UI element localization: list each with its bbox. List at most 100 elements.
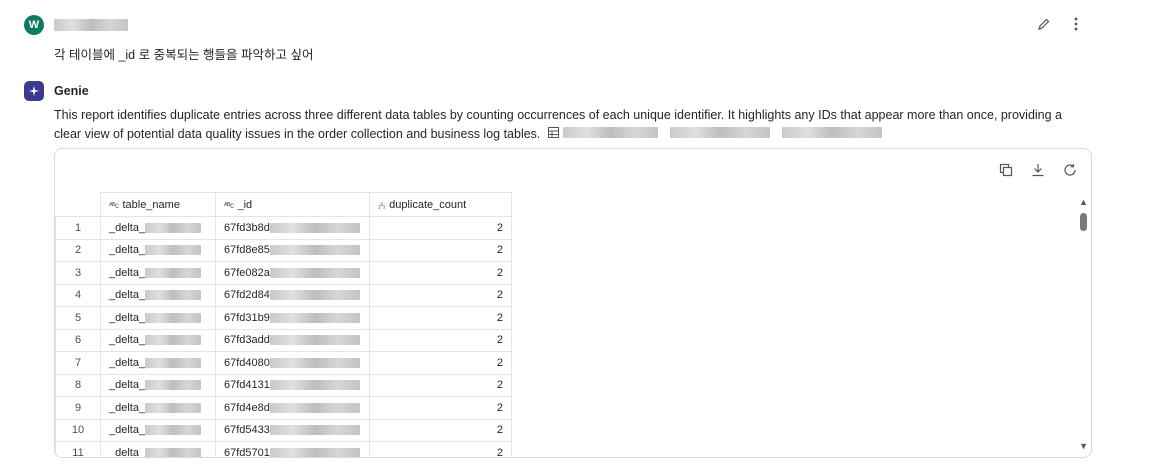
table-name-cell[interactable]: _delta_	[100, 283, 216, 307]
table-name-cell[interactable]: _delta_	[100, 261, 216, 285]
duplicate-count-cell[interactable]: 2	[369, 238, 512, 262]
download-icon[interactable]	[1029, 161, 1047, 179]
table-name-cell[interactable]: _delta_	[100, 396, 216, 420]
table-ref-redacted	[562, 127, 658, 138]
cell-text: _delta_	[109, 244, 146, 257]
duplicate-count-cell[interactable]: 2	[369, 261, 512, 285]
redacted-value	[145, 267, 202, 278]
cell-text: _delta_	[109, 289, 146, 302]
user-message: 각 테이블에 _id 로 중복되는 행들을 파악하고 싶어	[54, 48, 314, 62]
scrollbar-thumb[interactable]	[1080, 213, 1087, 231]
redacted-value	[145, 222, 202, 233]
duplicate-count-cell[interactable]: 2	[369, 283, 512, 307]
id-cell[interactable]: 67fd31b9	[215, 306, 370, 330]
column-header-duplicate-count[interactable]: ₁²₃ duplicate_count	[369, 192, 512, 217]
table-row[interactable]: 10 _delta_ 67fd5433 2	[55, 418, 512, 442]
row-index: 9	[55, 396, 101, 420]
table-name-cell[interactable]: _delta_	[100, 373, 216, 397]
id-cell[interactable]: 67fd4e8d	[215, 396, 370, 420]
table-name-cell[interactable]: _delta_	[100, 328, 216, 352]
row-index: 8	[55, 373, 101, 397]
id-cell[interactable]: 67fd8e85	[215, 238, 370, 262]
redacted-value	[269, 267, 360, 278]
row-index: 3	[55, 261, 101, 285]
result-table: ᴬᴮc table_name ᴬᴮc _id ₁²₃ duplicate_count …	[55, 192, 512, 457]
table-row[interactable]: 4 _delta_ 67fd2d84 2	[55, 283, 512, 307]
cell-text: 67fd3b8d	[224, 221, 270, 234]
table-row[interactable]: 1 _delta_ 67fd3b8d 2	[55, 216, 512, 240]
column-label: _id	[237, 198, 253, 211]
refresh-icon[interactable]	[1061, 161, 1079, 179]
table-name-cell[interactable]: _delta_	[100, 238, 216, 262]
number-type-icon: ₁²₃	[378, 200, 386, 210]
duplicate-count-cell[interactable]: 2	[369, 418, 512, 442]
scroll-up-arrow[interactable]: ▲	[1079, 197, 1088, 207]
table-row[interactable]: 2 _delta_ 67fd8e85 2	[55, 238, 512, 262]
duplicate-count-cell[interactable]: 2	[369, 396, 512, 420]
redacted-value	[269, 290, 360, 301]
table-row[interactable]: 9 _delta_ 67fd4e8d 2	[55, 396, 512, 420]
column-header-id[interactable]: ᴬᴮc _id	[215, 192, 370, 217]
table-row[interactable]: 8 _delta_ 67fd4131 2	[55, 373, 512, 397]
table-row[interactable]: 3 _delta_ 67fe082a 2	[55, 261, 512, 285]
id-cell[interactable]: 67fd5701	[215, 441, 370, 457]
duplicate-count-cell[interactable]: 2	[369, 351, 512, 375]
table-row[interactable]: 6 _delta_ 67fd3add 2	[55, 328, 512, 352]
redacted-value	[269, 245, 360, 256]
table-ref-redacted	[669, 127, 770, 138]
cell-text: _delta_	[109, 379, 146, 392]
id-cell[interactable]: 67fd4131	[215, 373, 370, 397]
cell-text: 67fd31b9	[224, 311, 270, 324]
table-header-row: ᴬᴮc table_name ᴬᴮc _id ₁²₃ duplicate_count	[55, 192, 512, 217]
cell-text: _delta_	[109, 401, 146, 414]
table-name-cell[interactable]: _delta_	[100, 216, 216, 240]
redacted-value	[145, 380, 202, 391]
table-references[interactable]	[547, 127, 882, 138]
id-cell[interactable]: 67fd3add	[215, 328, 370, 352]
genie-name: Genie	[54, 84, 89, 98]
table-row[interactable]: 5 _delta_ 67fd31b9 2	[55, 306, 512, 330]
row-index-header	[55, 192, 101, 217]
duplicate-count-cell[interactable]: 2	[369, 441, 512, 457]
row-index: 6	[55, 328, 101, 352]
row-index: 7	[55, 351, 101, 375]
redacted-value	[145, 357, 202, 368]
string-type-icon: ᴬᴮc	[109, 200, 119, 210]
id-cell[interactable]: 67fd3b8d	[215, 216, 370, 240]
username-redacted	[54, 19, 128, 31]
result-grid: ᴬᴮc table_name ᴬᴮc _id ₁²₃ duplicate_count …	[55, 192, 1075, 457]
redacted-value	[269, 335, 360, 346]
redacted-value	[145, 335, 202, 346]
id-cell[interactable]: 67fe082a	[215, 261, 370, 285]
table-row[interactable]: 11 _delta_ 67fd5701 2	[55, 441, 512, 457]
id-cell[interactable]: 67fd4080	[215, 351, 370, 375]
redacted-value	[145, 312, 202, 323]
cell-text: _delta_	[109, 446, 146, 457]
id-cell[interactable]: 67fd5433	[215, 418, 370, 442]
row-index: 1	[55, 216, 101, 240]
table-name-cell[interactable]: _delta_	[100, 351, 216, 375]
table-name-cell[interactable]: _delta_	[100, 306, 216, 330]
table-icon	[547, 127, 559, 138]
column-header-table-name[interactable]: ᴬᴮc table_name	[100, 192, 216, 217]
table-ref-redacted	[781, 127, 882, 138]
cell-text: _delta_	[109, 266, 146, 279]
table-name-cell[interactable]: _delta_	[100, 418, 216, 442]
more-options-icon[interactable]	[1067, 15, 1085, 33]
redacted-value	[269, 357, 360, 368]
duplicate-count-cell[interactable]: 2	[369, 328, 512, 352]
scroll-down-arrow[interactable]: ▼	[1079, 441, 1088, 451]
genie-sparkle-icon	[24, 81, 44, 101]
duplicate-count-cell[interactable]: 2	[369, 216, 512, 240]
table-row[interactable]: 7 _delta_ 67fd4080 2	[55, 351, 512, 375]
cell-text: _delta_	[109, 221, 146, 234]
duplicate-count-cell[interactable]: 2	[369, 306, 512, 330]
edit-icon[interactable]	[1035, 15, 1053, 33]
id-cell[interactable]: 67fd2d84	[215, 283, 370, 307]
cell-text: 67fd4080	[224, 356, 270, 369]
duplicate-count-cell[interactable]: 2	[369, 373, 512, 397]
row-index: 11	[55, 441, 101, 457]
redacted-value	[269, 312, 360, 323]
copy-icon[interactable]	[997, 161, 1015, 179]
table-name-cell[interactable]: _delta_	[100, 441, 216, 457]
